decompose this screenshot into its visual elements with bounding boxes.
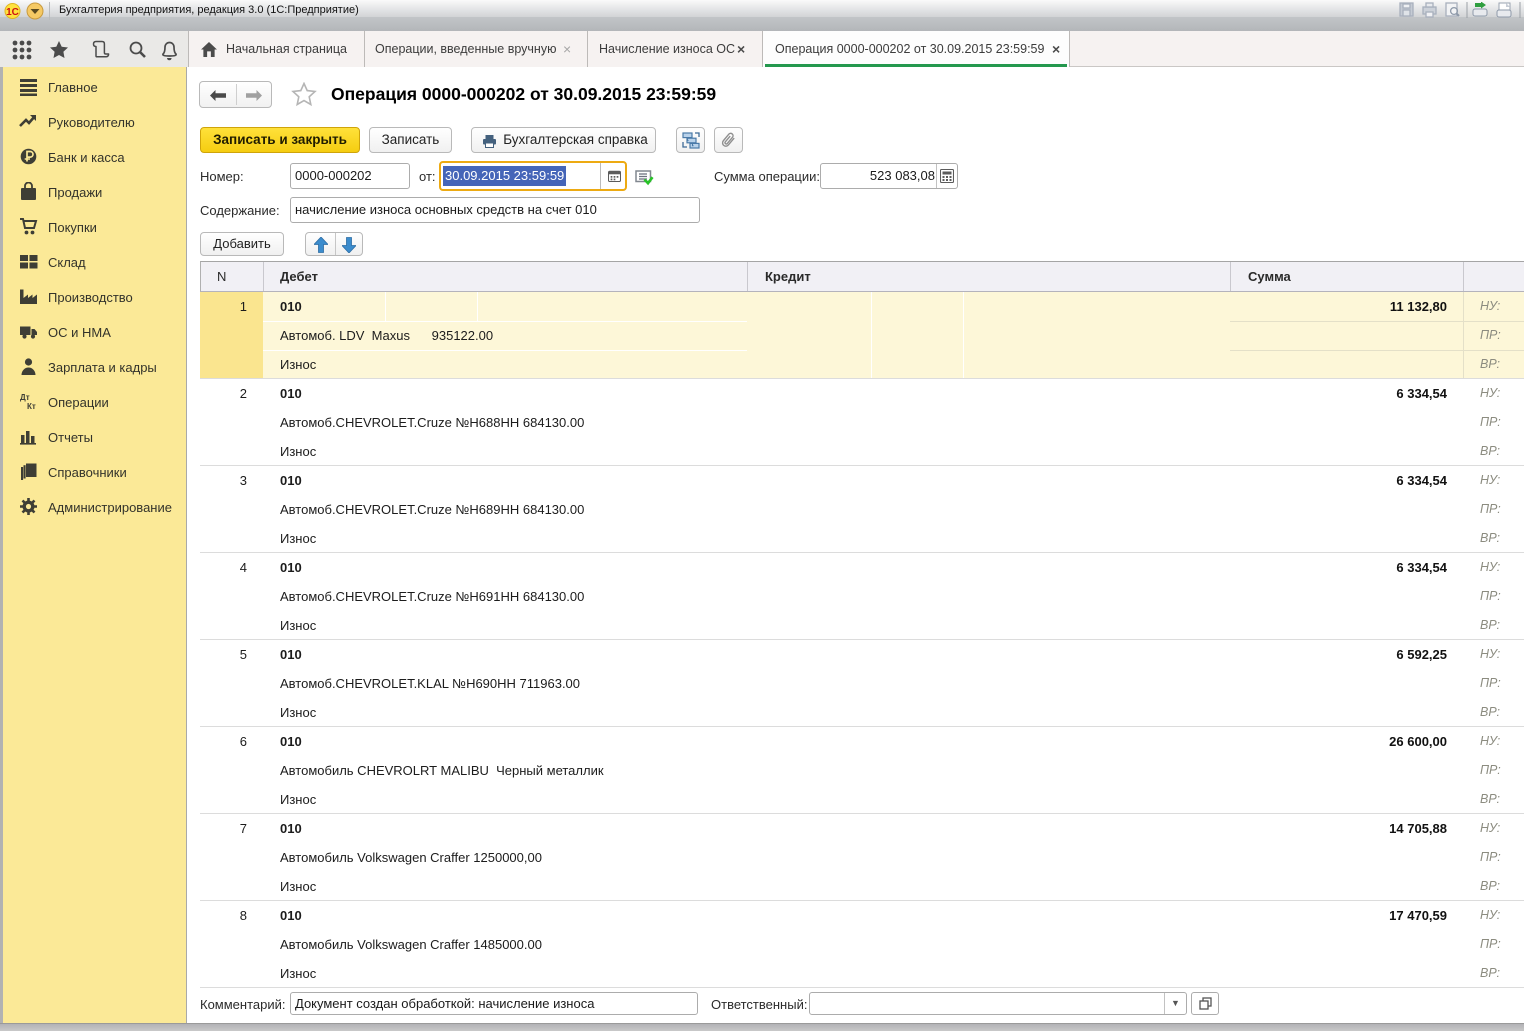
svg-text:1С: 1С — [6, 7, 19, 18]
svg-text:Дт: Дт — [20, 393, 30, 402]
svg-text:Кт: Кт — [27, 402, 36, 411]
